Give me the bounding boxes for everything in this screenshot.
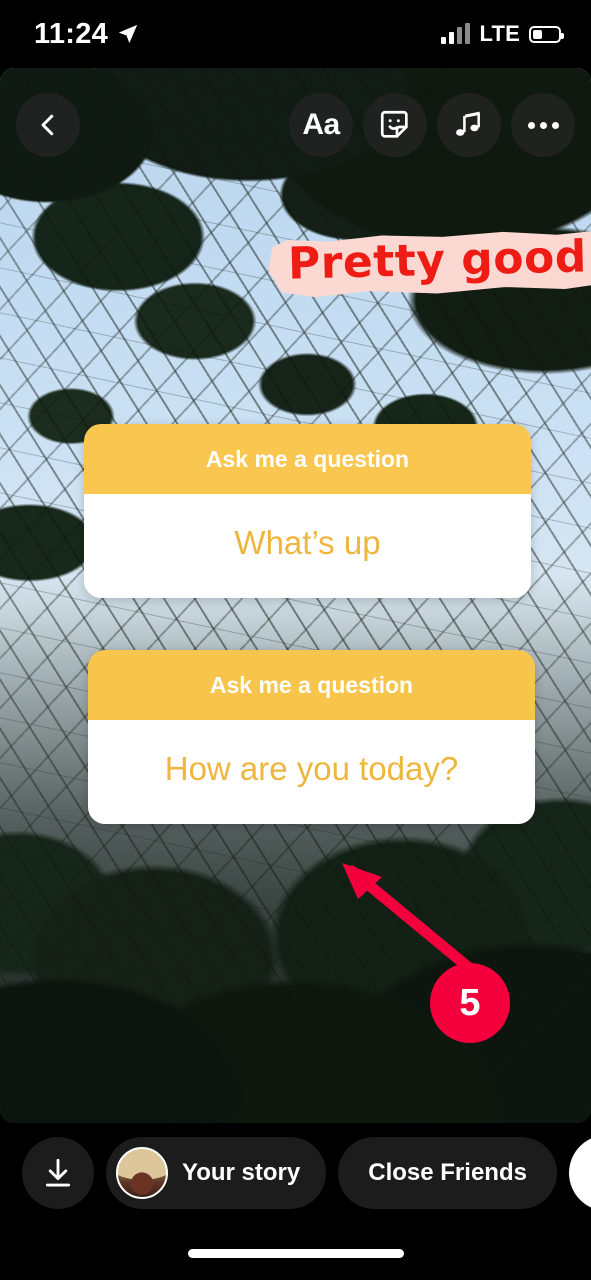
question-sticker-prompt: Ask me a question xyxy=(88,650,535,720)
download-icon xyxy=(45,1158,71,1187)
text-overlay-sticker[interactable]: Pretty good xyxy=(267,224,591,301)
annotation-step-number: 5 xyxy=(459,981,481,1024)
three-dots-icon xyxy=(527,121,559,129)
question-sticker[interactable]: Ask me a question How are you today? xyxy=(88,650,535,824)
text-tool-button[interactable]: Aa xyxy=(289,93,353,157)
more-options-button[interactable] xyxy=(511,93,575,157)
battery-icon xyxy=(529,25,564,43)
music-tool-button[interactable] xyxy=(437,93,501,157)
status-bar-time: 11:24 xyxy=(34,17,109,50)
story-editor-screen: 11:24 LTE Aa Pretty good Ask me a questi… xyxy=(0,0,591,1280)
close-friends-label: Close Friends xyxy=(368,1159,527,1186)
editor-toolbar: Aa xyxy=(0,90,591,160)
question-sticker-answer: What’s up xyxy=(84,494,531,598)
close-friends-button[interactable]: Close Friends xyxy=(338,1137,557,1209)
sticker-smiley-icon xyxy=(380,110,408,138)
status-bar-right: LTE xyxy=(441,21,564,47)
avatar xyxy=(116,1147,168,1199)
network-type-label: LTE xyxy=(479,21,520,46)
music-note-icon xyxy=(456,111,480,136)
annotation-arrow xyxy=(342,863,474,973)
toolbar-tools: Aa xyxy=(289,93,575,157)
save-button[interactable] xyxy=(22,1137,94,1209)
your-story-button[interactable]: Your story xyxy=(106,1137,327,1209)
text-overlay-label: Pretty good xyxy=(287,231,588,290)
home-indicator xyxy=(187,1249,404,1258)
share-bottom-bar: Your story Close Friends xyxy=(0,1123,591,1223)
signal-bars-icon xyxy=(441,23,471,44)
annotation-step-badge: 5 xyxy=(430,963,510,1043)
question-sticker-answer: How are you today? xyxy=(88,720,535,824)
sticker-tool-button[interactable] xyxy=(363,93,427,157)
your-story-label: Your story xyxy=(182,1159,301,1186)
back-button[interactable] xyxy=(16,93,80,157)
chevron-left-icon xyxy=(41,114,54,136)
send-button[interactable] xyxy=(568,1135,591,1211)
location-arrow-icon xyxy=(118,24,138,44)
status-bar-left: 11:24 xyxy=(34,18,139,51)
question-sticker-prompt: Ask me a question xyxy=(84,424,531,494)
text-tool-label: Aa xyxy=(302,108,340,141)
status-bar: 11:24 LTE xyxy=(0,0,591,68)
question-sticker[interactable]: Ask me a question What’s up xyxy=(84,424,531,598)
